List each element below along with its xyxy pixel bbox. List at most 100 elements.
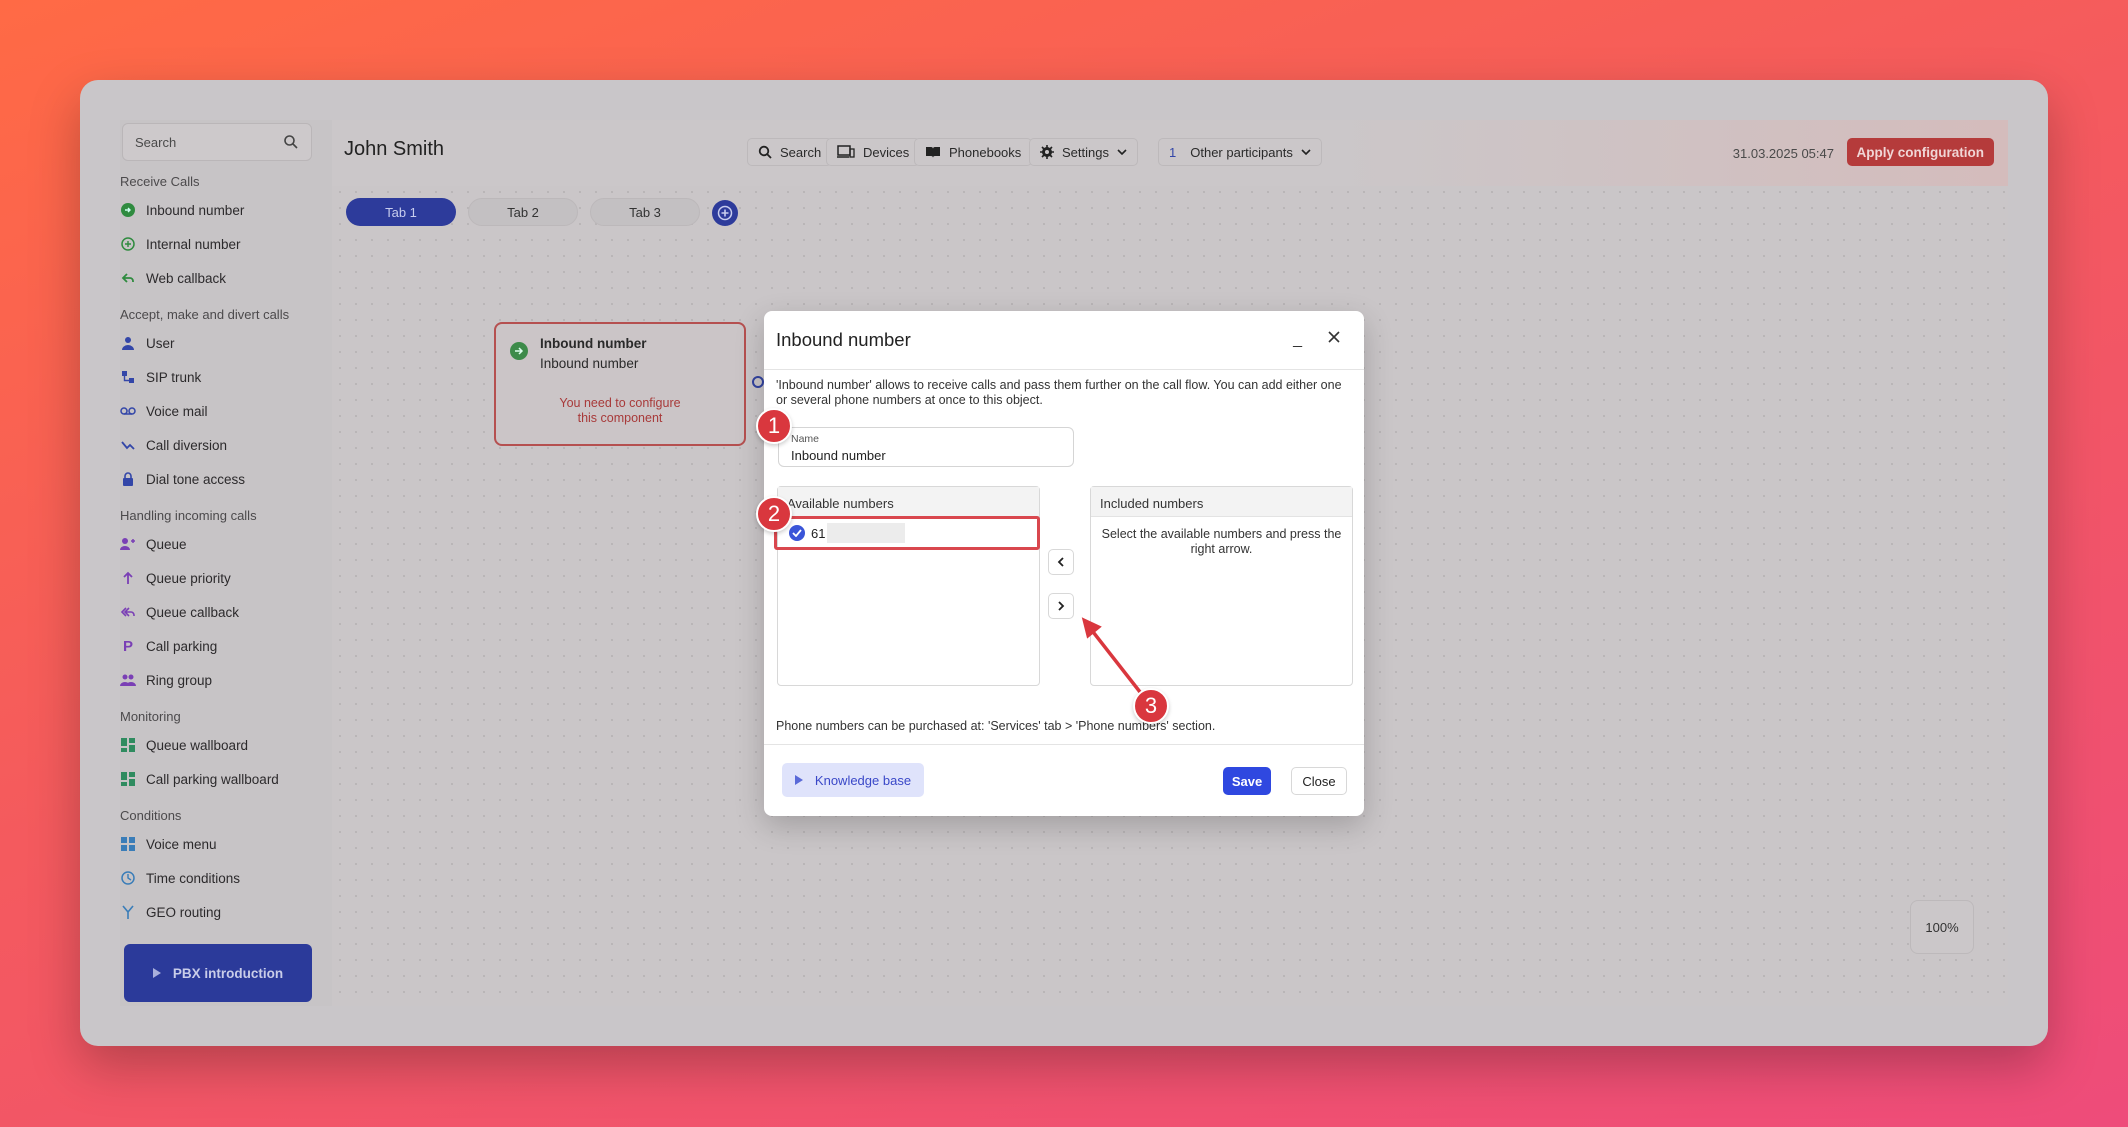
knowledge-base-button[interactable]: Knowledge base: [782, 763, 924, 797]
sidebar: Search Receive Calls Inbound number Inte…: [120, 120, 332, 1006]
checkbox-checked-icon[interactable]: [789, 525, 805, 541]
phonebooks-button[interactable]: Phonebooks: [914, 138, 1033, 166]
inbound-number-node[interactable]: Inbound number Inbound number You need t…: [494, 322, 746, 446]
sidebar-search-input[interactable]: Search: [122, 123, 312, 161]
plus-circle-icon: [717, 205, 733, 221]
node-subtitle: Inbound number: [540, 356, 639, 371]
topbar-search-button[interactable]: Search: [747, 138, 833, 166]
page-title: John Smith: [344, 138, 445, 160]
participants-count: 1: [1169, 144, 1177, 160]
search-icon: [284, 135, 298, 149]
move-right-button[interactable]: [1048, 593, 1074, 619]
internal-icon: [120, 236, 136, 252]
included-numbers-header: Included numbers: [1091, 487, 1352, 517]
other-participants-dropdown[interactable]: 1 Other participants: [1158, 138, 1322, 166]
sidebar-item-dial-tone-access[interactable]: Dial tone access: [120, 468, 320, 490]
routing-icon: [120, 904, 136, 920]
tab-1[interactable]: Tab 1: [346, 198, 456, 226]
redacted-number: [827, 523, 906, 543]
dashboard-icon: [120, 737, 136, 753]
node-output-port[interactable]: [752, 376, 764, 388]
minimize-button[interactable]: _: [1293, 331, 1302, 349]
dialog-description: 'Inbound number' allows to receive calls…: [776, 378, 1342, 407]
chevron-down-icon: [1301, 149, 1311, 155]
sidebar-item-time-conditions[interactable]: Time conditions: [120, 867, 320, 889]
included-numbers-list[interactable]: Included numbers Select the available nu…: [1090, 486, 1353, 686]
name-field-value: Inbound number: [791, 448, 886, 463]
step-badge-1: 1: [756, 408, 792, 444]
sidebar-item-geo-routing[interactable]: GEO routing: [120, 901, 320, 923]
sidebar-item-queue-wallboard[interactable]: Queue wallboard: [120, 734, 320, 756]
tab-3[interactable]: Tab 3: [590, 198, 700, 226]
sidebar-item-call-parking-wallboard[interactable]: Call parking wallboard: [120, 768, 320, 790]
add-tab-button[interactable]: [712, 200, 738, 226]
search-icon: [758, 145, 772, 159]
chevron-right-icon: [1058, 601, 1065, 611]
available-numbers-header: Available numbers: [778, 487, 1039, 517]
sidebar-item-voice-mail[interactable]: Voice mail: [120, 400, 320, 422]
zoom-level[interactable]: 100%: [1910, 900, 1974, 954]
available-number-item[interactable]: 61: [774, 516, 1040, 550]
arrow-up-icon: [120, 570, 136, 586]
section-handling-calls: Handling incoming calls: [120, 508, 257, 523]
close-icon[interactable]: [1326, 329, 1342, 345]
sidebar-item-call-diversion[interactable]: Call diversion: [120, 434, 320, 456]
play-icon: [794, 775, 803, 785]
dialog-header-divider: [764, 369, 1364, 370]
devices-button[interactable]: Devices: [826, 138, 921, 166]
step-badge-2: 2: [756, 496, 792, 532]
dialog-footer-divider: [764, 744, 1364, 745]
reply-icon: [120, 270, 136, 286]
dialog-title: Inbound number: [776, 329, 911, 350]
dashboard-icon: [120, 771, 136, 787]
sip-trunk-icon: [120, 369, 136, 385]
name-field[interactable]: Name Inbound number: [778, 427, 1074, 467]
tab-2[interactable]: Tab 2: [468, 198, 578, 226]
inbound-icon: [120, 202, 136, 218]
sidebar-item-voice-menu[interactable]: Voice menu: [120, 833, 320, 855]
sidebar-item-user[interactable]: User: [120, 332, 320, 354]
reply-all-icon: [120, 604, 136, 620]
sidebar-item-call-parking[interactable]: P Call parking: [120, 635, 320, 657]
sidebar-item-internal-number[interactable]: Internal number: [120, 233, 320, 255]
diversion-icon: [120, 437, 136, 453]
user-icon: [120, 335, 136, 351]
topbar: John Smith Search Devices Phonebooks Set…: [332, 120, 2008, 186]
save-button[interactable]: Save: [1223, 767, 1271, 795]
sidebar-item-queue-priority[interactable]: Queue priority: [120, 567, 320, 589]
sidebar-search-placeholder: Search: [135, 134, 177, 150]
sidebar-item-ring-group[interactable]: Ring group: [120, 669, 320, 691]
play-icon: [152, 968, 161, 978]
devices-icon: [837, 145, 855, 158]
close-button[interactable]: Close: [1291, 767, 1347, 795]
section-accept-calls: Accept, make and divert calls: [120, 307, 290, 322]
move-left-button[interactable]: [1048, 549, 1074, 575]
clock-icon: [120, 870, 136, 886]
sidebar-item-queue[interactable]: Queue: [120, 533, 320, 555]
pbx-introduction-button[interactable]: PBX introduction: [124, 944, 312, 1002]
node-title: Inbound number: [540, 336, 647, 351]
settings-dropdown[interactable]: Settings: [1029, 138, 1138, 166]
grid-icon: [120, 836, 136, 852]
sidebar-item-web-callback[interactable]: Web callback: [120, 267, 320, 289]
node-warning: You need to configure this component: [559, 396, 681, 425]
sidebar-item-inbound-number[interactable]: Inbound number: [120, 199, 320, 221]
chevron-left-icon: [1057, 557, 1064, 567]
voicemail-icon: [120, 403, 136, 419]
chevron-down-icon: [1117, 149, 1127, 155]
apply-configuration-button[interactable]: Apply configuration: [1846, 138, 1994, 166]
group-icon: [120, 672, 136, 688]
sidebar-item-sip-trunk[interactable]: SIP trunk: [120, 366, 320, 388]
sidebar-item-queue-callback[interactable]: Queue callback: [120, 601, 320, 623]
datetime: 31.03.2025 05:47: [1732, 146, 1834, 161]
book-icon: [926, 147, 940, 158]
section-conditions: Conditions: [120, 808, 182, 823]
name-field-label: Name: [791, 433, 820, 445]
inbound-number-dialog: Inbound number _ 'Inbound number' allows…: [764, 311, 1364, 816]
parking-icon: P: [122, 637, 133, 655]
section-receive-calls: Receive Calls: [120, 174, 200, 189]
queue-icon: [120, 536, 136, 552]
inbound-icon: [510, 342, 528, 360]
included-empty-message: Select the available numbers and press t…: [1101, 527, 1342, 556]
gear-icon: [1040, 145, 1054, 159]
